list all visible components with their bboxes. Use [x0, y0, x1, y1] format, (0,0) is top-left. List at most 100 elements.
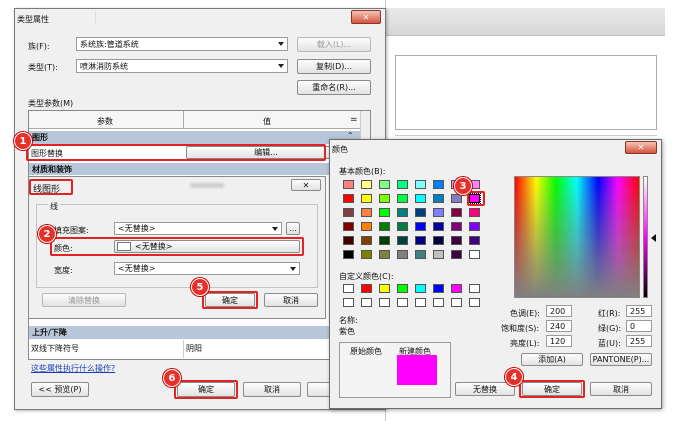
group-material[interactable]: 材质和装饰: [29, 163, 360, 175]
custom-color-swatch[interactable]: [451, 298, 462, 307]
custom-color-swatch[interactable]: [397, 298, 408, 307]
highlight-color-ok: [519, 380, 585, 398]
fill-pattern-select[interactable]: <无替换>: [114, 222, 282, 235]
help-link[interactable]: 这些属性执行什么操作?: [31, 363, 115, 374]
basic-color-swatch[interactable]: [469, 236, 480, 245]
lum-input[interactable]: 120: [546, 335, 572, 347]
basic-color-swatch[interactable]: [397, 208, 408, 217]
basic-color-swatch[interactable]: [397, 250, 408, 259]
basic-color-swatch[interactable]: [397, 222, 408, 231]
basic-color-swatch[interactable]: [361, 236, 372, 245]
width-select[interactable]: <无替换>: [114, 262, 300, 275]
basic-color-swatch[interactable]: [343, 194, 354, 203]
basic-color-swatch[interactable]: [451, 208, 462, 217]
group-graphics[interactable]: 图形: [29, 131, 360, 144]
custom-color-swatch[interactable]: [451, 284, 462, 293]
custom-color-swatch[interactable]: [433, 284, 444, 293]
custom-color-swatch[interactable]: [469, 298, 480, 307]
basic-color-swatch[interactable]: [343, 208, 354, 217]
basic-color-swatch[interactable]: [379, 236, 390, 245]
basic-color-swatch[interactable]: [415, 222, 426, 231]
custom-color-swatch[interactable]: [343, 298, 354, 307]
close-icon: ✕: [362, 12, 370, 22]
basic-color-swatch[interactable]: [379, 194, 390, 203]
basic-color-swatch[interactable]: [379, 250, 390, 259]
basic-color-swatch[interactable]: [469, 208, 480, 217]
custom-color-swatch[interactable]: [469, 284, 480, 293]
basic-color-swatch[interactable]: [379, 208, 390, 217]
basic-color-swatch[interactable]: [469, 250, 480, 259]
rename-button[interactable]: 重命名(R)...: [297, 80, 371, 95]
basic-color-swatch[interactable]: [451, 222, 462, 231]
luminance-pointer-icon[interactable]: [651, 234, 656, 242]
sat-input[interactable]: 240: [546, 320, 572, 332]
basic-color-swatch[interactable]: [361, 180, 372, 189]
basic-color-swatch[interactable]: [361, 208, 372, 217]
green-input[interactable]: 0: [626, 320, 652, 332]
clear-override-button[interactable]: 清除替换: [42, 293, 126, 307]
basic-color-swatch[interactable]: [379, 180, 390, 189]
custom-color-swatch[interactable]: [343, 284, 354, 293]
fill-pattern-browse-button[interactable]: …: [286, 222, 300, 235]
basic-color-swatch[interactable]: [415, 250, 426, 259]
luminance-bar[interactable]: [643, 176, 648, 298]
basic-color-swatch[interactable]: [469, 222, 480, 231]
basic-color-swatch[interactable]: [343, 236, 354, 245]
custom-color-swatch[interactable]: [379, 284, 390, 293]
basic-color-swatch[interactable]: [397, 194, 408, 203]
hue-input[interactable]: 200: [546, 305, 572, 317]
basic-color-swatch[interactable]: [451, 236, 462, 245]
basic-color-swatch[interactable]: [433, 180, 444, 189]
basic-color-swatch[interactable]: [433, 250, 444, 259]
basic-color-swatch[interactable]: [451, 250, 462, 259]
basic-color-swatch[interactable]: [433, 236, 444, 245]
type-cancel-button[interactable]: 取消: [243, 382, 301, 397]
line-close-button[interactable]: ✕: [291, 179, 321, 191]
equals-icon: =: [350, 115, 358, 125]
load-button[interactable]: 载入(L)...: [297, 37, 371, 52]
custom-color-swatch[interactable]: [397, 284, 408, 293]
col-divider: [183, 111, 184, 129]
lum-label: 亮度(L):: [510, 339, 540, 348]
line-cancel-button[interactable]: 取消: [264, 293, 318, 307]
custom-color-swatch[interactable]: [361, 298, 372, 307]
basic-color-swatch[interactable]: [433, 208, 444, 217]
basic-color-swatch[interactable]: [415, 194, 426, 203]
custom-color-swatch[interactable]: [361, 284, 372, 293]
close-button[interactable]: ✕: [351, 10, 381, 24]
basic-color-swatch[interactable]: [343, 222, 354, 231]
basic-color-swatch[interactable]: [379, 222, 390, 231]
basic-color-swatch[interactable]: [415, 236, 426, 245]
basic-color-swatch[interactable]: [343, 180, 354, 189]
copy-button[interactable]: 复制(D)...: [297, 59, 371, 74]
no-override-button[interactable]: 无替换: [455, 382, 515, 396]
basic-color-swatch[interactable]: [433, 222, 444, 231]
group-rise[interactable]: 上升/下降: [29, 326, 360, 339]
blue-input[interactable]: 255: [626, 335, 652, 347]
custom-color-swatch[interactable]: [379, 298, 390, 307]
custom-color-swatch[interactable]: [415, 298, 426, 307]
pantone-button[interactable]: PANTONE(P)...: [590, 353, 652, 366]
basic-color-swatch[interactable]: [415, 180, 426, 189]
basic-color-swatch[interactable]: [397, 180, 408, 189]
preview-button[interactable]: << 预览(P): [31, 382, 89, 397]
basic-color-swatch[interactable]: [343, 250, 354, 259]
basic-color-swatch[interactable]: [361, 250, 372, 259]
col-param-header: 参数: [97, 117, 113, 126]
basic-color-swatch[interactable]: [397, 236, 408, 245]
color-cancel-button[interactable]: 取消: [590, 382, 652, 396]
family-label: 族(F):: [28, 42, 50, 51]
basic-color-swatch[interactable]: [433, 194, 444, 203]
color-spectrum[interactable]: [514, 176, 640, 298]
color-close-button[interactable]: ✕: [625, 141, 657, 154]
add-button[interactable]: 添加(A): [521, 353, 583, 366]
basic-color-swatch[interactable]: [451, 194, 462, 203]
family-select[interactable]: 系统族:管道系统: [76, 37, 288, 51]
red-input[interactable]: 255: [626, 305, 652, 317]
custom-color-swatch[interactable]: [415, 284, 426, 293]
basic-color-swatch[interactable]: [361, 194, 372, 203]
type-select[interactable]: 喷淋消防系统: [76, 59, 288, 73]
basic-color-swatch[interactable]: [361, 222, 372, 231]
custom-color-swatch[interactable]: [433, 298, 444, 307]
basic-color-swatch[interactable]: [415, 208, 426, 217]
